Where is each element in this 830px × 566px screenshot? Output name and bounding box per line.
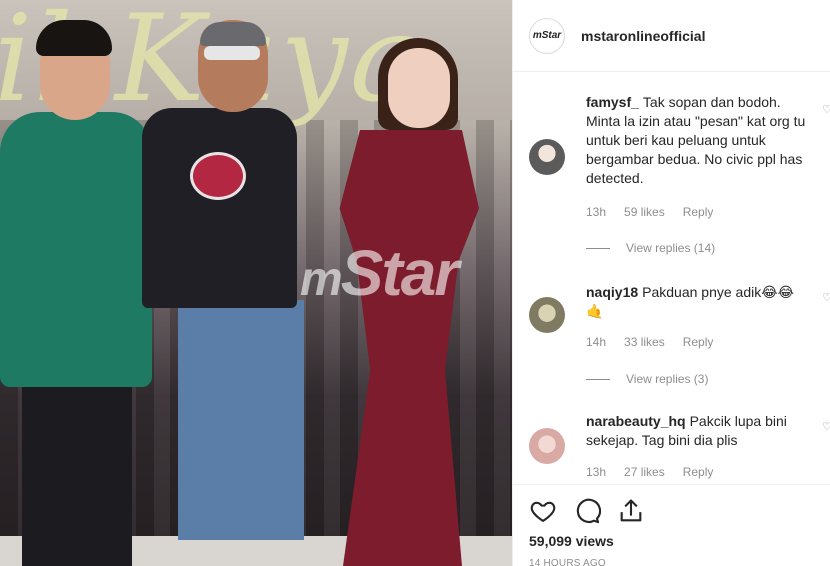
- comments-list: famysf_ Tak sopan dan bodoh. Minta la izi…: [513, 73, 830, 483]
- replies-dash: [586, 247, 610, 249]
- post-header: mStar mstaronlineofficial: [513, 0, 830, 72]
- comment-meta: 13h 27 likes Reply: [586, 465, 713, 479]
- comment-username[interactable]: narabeauty_hq: [586, 413, 686, 429]
- replies-dash: [586, 378, 610, 380]
- comment-text: naqiy18 Pakduan pnye adik😂😂 🤙: [586, 283, 814, 321]
- comment-time: 13h: [586, 465, 607, 479]
- man-middle-legs: [178, 300, 304, 540]
- woman-head: [388, 48, 450, 128]
- man-middle-glasses: [204, 46, 260, 60]
- comment-text: famysf_ Tak sopan dan bodoh. Minta la izi…: [586, 93, 814, 188]
- post-video[interactable]: il Kaya mStar: [0, 0, 512, 566]
- account-avatar[interactable]: mStar: [529, 17, 565, 54]
- view-count[interactable]: 59,099 views: [529, 533, 614, 549]
- comment-text: narabeauty_hq Pakcik lupa bini sekejap. T…: [586, 412, 814, 450]
- post-side-panel: mStar mstaronlineofficial famysf_ Tak sop…: [512, 0, 830, 566]
- comment-icon[interactable]: [573, 497, 602, 525]
- instagram-post: il Kaya mStar mStar mstaronlineofficial …: [0, 0, 830, 566]
- comment-likes[interactable]: 33 likes: [624, 335, 665, 349]
- shirt-logo: [190, 152, 246, 200]
- man-left-body: [0, 112, 152, 387]
- comment-time: 14h: [586, 335, 607, 349]
- view-replies-button[interactable]: View replies (3): [586, 372, 708, 386]
- commenter-avatar[interactable]: [529, 139, 565, 175]
- comment-meta: 14h 33 likes Reply: [586, 335, 713, 349]
- post-time-ago: 14 HOURS AGO: [529, 558, 606, 566]
- commenter-avatar[interactable]: [529, 428, 565, 464]
- comment-likes[interactable]: 27 likes: [624, 465, 665, 479]
- view-replies-button[interactable]: View replies (14): [586, 241, 715, 255]
- account-username[interactable]: mstaronlineofficial: [581, 28, 705, 44]
- man-middle-cap: [200, 22, 266, 46]
- heart-icon[interactable]: [529, 497, 557, 525]
- commenter-avatar[interactable]: [529, 297, 565, 333]
- comment-username[interactable]: naqiy18: [586, 284, 638, 300]
- share-icon[interactable]: [617, 497, 645, 525]
- comment-reply-button[interactable]: Reply: [683, 465, 714, 479]
- comment-reply-button[interactable]: Reply: [683, 335, 714, 349]
- action-icons: [529, 497, 645, 525]
- comment-meta: 13h 59 likes Reply: [586, 205, 713, 219]
- like-comment-icon[interactable]: ♡: [822, 420, 830, 433]
- man-left-hair: [36, 20, 112, 56]
- man-left-legs: [22, 380, 132, 566]
- comment-username[interactable]: famysf_: [586, 94, 639, 110]
- comment-time: 13h: [586, 205, 607, 219]
- comment-likes[interactable]: 59 likes: [624, 205, 665, 219]
- mstar-watermark: mStar: [300, 237, 459, 309]
- like-comment-icon[interactable]: ♡: [822, 291, 830, 304]
- comment-reply-button[interactable]: Reply: [683, 205, 714, 219]
- post-actions: 59,099 views 14 HOURS AGO: [513, 484, 830, 566]
- man-middle-body: [142, 108, 297, 308]
- like-comment-icon[interactable]: ♡: [822, 103, 830, 116]
